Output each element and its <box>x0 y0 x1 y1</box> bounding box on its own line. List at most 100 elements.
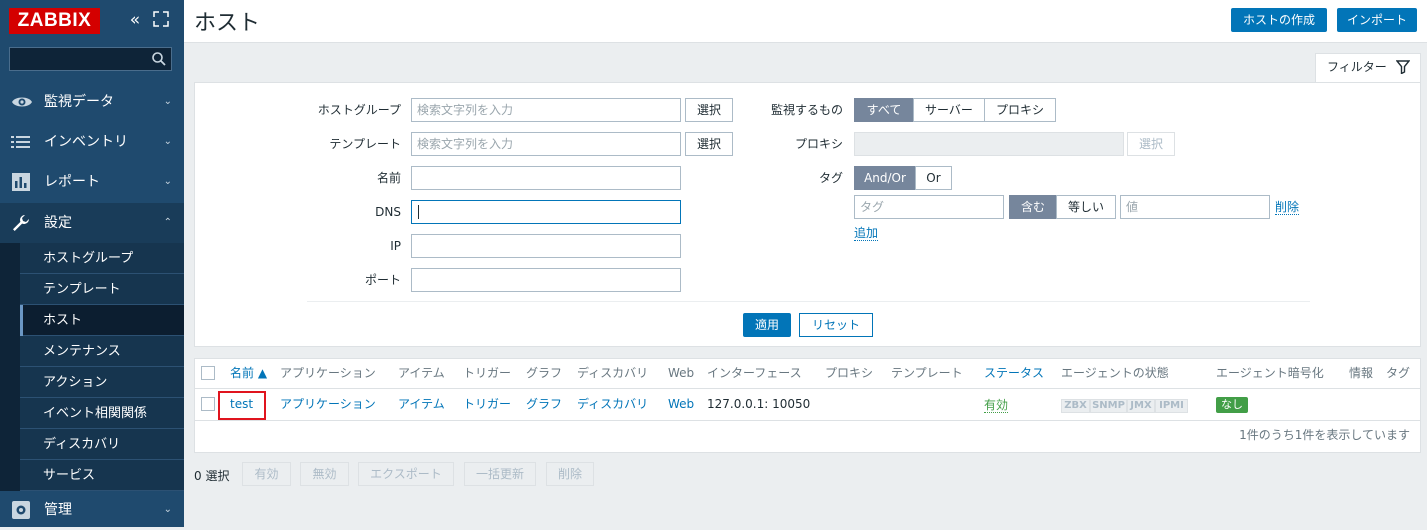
chevron-up-icon: ⌃ <box>163 217 172 228</box>
nav-inventory[interactable]: インベントリ ⌄ <box>0 122 184 162</box>
monitored-by-proxy[interactable]: プロキシ <box>984 98 1056 122</box>
submenu-hosts[interactable]: ホスト <box>20 305 184 336</box>
proxy-input <box>854 132 1124 156</box>
tag-operator-contains[interactable]: 含む <box>1009 195 1057 219</box>
agent-badge-snmp: SNMP <box>1090 399 1127 413</box>
submenu-discovery[interactable]: ディスカバリ <box>20 429 184 460</box>
host-items-link[interactable]: アイテム <box>398 389 445 420</box>
proxy-label: プロキシ <box>794 137 843 151</box>
column-header-templates: テンプレート <box>891 366 963 380</box>
name-input[interactable] <box>411 166 681 190</box>
nav-reports[interactable]: レポート ⌄ <box>0 162 184 202</box>
nav-configuration-label: 設定 <box>44 215 72 231</box>
template-select-button[interactable]: 選択 <box>685 132 733 156</box>
nav-configuration[interactable]: 設定 ⌃ <box>0 203 184 243</box>
host-group-select-button[interactable]: 選択 <box>685 98 733 122</box>
column-header-proxy: プロキシ <box>825 366 874 380</box>
nav-administration-label: 管理 <box>44 502 72 518</box>
delete-button: 削除 <box>546 462 594 486</box>
column-header-applications: アプリケーション <box>280 366 376 380</box>
host-group-label: ホストグループ <box>317 103 401 117</box>
bar-chart-icon <box>11 173 31 191</box>
tag-logic-and-or[interactable]: And/Or <box>854 166 916 190</box>
host-graphs-link[interactable]: グラフ <box>526 389 562 420</box>
main-content: ホスト ホストの作成 インポート フィルター ホストグループ 検索文字列を入力 … <box>184 0 1427 527</box>
tag-value-input[interactable]: 値 <box>1120 195 1270 219</box>
sidebar-search-input[interactable] <box>9 47 172 71</box>
import-button[interactable]: インポート <box>1337 8 1417 32</box>
port-input[interactable] <box>411 268 681 292</box>
tag-remove-link[interactable]: 削除 <box>1275 200 1300 215</box>
filter-tab-label: フィルター <box>1327 60 1387 74</box>
column-header-discovery: ディスカバリ <box>577 366 649 380</box>
host-status-toggle[interactable]: 有効 <box>984 398 1009 413</box>
configuration-submenu: ホストグループ テンプレート ホスト メンテナンス アクション イベント相関関係… <box>20 243 184 491</box>
nav-administration[interactable]: 管理 ⌄ <box>0 490 184 530</box>
host-applications-link[interactable]: アプリケーション <box>280 389 376 420</box>
highlight-box <box>218 391 266 420</box>
nav-monitoring[interactable]: 監視データ ⌄ <box>0 82 184 122</box>
wrench-icon <box>11 214 31 232</box>
kiosk-mode-icon[interactable] <box>153 11 169 27</box>
filter-tab[interactable]: フィルター <box>1315 53 1421 83</box>
mass-action-bar: 0 選択 有効 無効 エクスポート 一括更新 削除 <box>194 462 614 488</box>
submenu-rail <box>0 243 20 491</box>
column-header-agent-status: エージェントの状態 <box>1061 366 1169 380</box>
port-label: ポート <box>364 273 401 287</box>
ip-label: IP <box>390 239 401 253</box>
dns-input[interactable] <box>411 200 681 224</box>
submenu-services[interactable]: サービス <box>20 460 184 491</box>
row-checkbox[interactable] <box>201 397 215 411</box>
apply-button[interactable]: 適用 <box>743 313 791 337</box>
submenu-host-groups[interactable]: ホストグループ <box>20 243 184 274</box>
filter-divider <box>307 301 1310 302</box>
sidebar: ZABBIX « 監視データ ⌄ インベントリ ⌄ レポート ⌄ 設定 ⌃ ホス… <box>0 0 184 527</box>
submenu-maintenance[interactable]: メンテナンス <box>20 336 184 367</box>
host-web-link[interactable]: Web <box>668 389 694 420</box>
host-triggers-link[interactable]: トリガー <box>463 389 511 420</box>
ip-input[interactable] <box>411 234 681 258</box>
tag-name-input[interactable]: タグ <box>854 195 1004 219</box>
page-title: ホスト <box>194 11 261 36</box>
submenu-event-correlation[interactable]: イベント相関関係 <box>20 398 184 429</box>
column-header-info: 情報 <box>1349 366 1374 380</box>
template-input[interactable]: 検索文字列を入力 <box>411 132 681 156</box>
create-host-button[interactable]: ホストの作成 <box>1231 8 1327 32</box>
submenu-templates[interactable]: テンプレート <box>20 274 184 305</box>
row-divider <box>195 420 1420 421</box>
chevron-down-icon: ⌄ <box>163 504 172 515</box>
monitored-by-server[interactable]: サーバー <box>913 98 985 122</box>
zabbix-logo[interactable]: ZABBIX <box>9 8 100 34</box>
nav-monitoring-label: 監視データ <box>44 94 114 110</box>
name-label: 名前 <box>376 171 401 185</box>
submenu-actions[interactable]: アクション <box>20 367 184 398</box>
reset-button[interactable]: リセット <box>799 313 873 337</box>
select-all-checkbox[interactable] <box>201 366 215 380</box>
search-icon[interactable] <box>151 51 167 67</box>
host-interface: 127.0.0.1: 10050 <box>707 397 811 411</box>
tag-operator-equals[interactable]: 等しい <box>1056 195 1116 219</box>
template-label: テンプレート <box>329 137 401 151</box>
monitored-by-label: 監視するもの <box>770 103 843 117</box>
monitored-by-all[interactable]: すべて <box>854 98 914 122</box>
sidebar-top: ZABBIX « <box>0 0 184 42</box>
text-cursor <box>418 205 419 219</box>
chevron-down-icon: ⌄ <box>163 176 172 187</box>
agent-badge-zbx: ZBX <box>1061 399 1090 413</box>
collapse-sidebar-icon[interactable]: « <box>125 10 145 30</box>
column-header-web: Web <box>668 366 695 380</box>
column-header-status[interactable]: ステータス <box>984 359 1044 388</box>
export-button: エクスポート <box>358 462 454 486</box>
host-discovery-link[interactable]: ディスカバリ <box>577 389 648 420</box>
agent-badge-jmx: JMX <box>1127 399 1155 413</box>
column-header-name[interactable]: 名前 ▲ <box>230 359 267 388</box>
dns-label: DNS <box>375 205 401 219</box>
proxy-select-button: 選択 <box>1127 132 1175 156</box>
tag-add-link[interactable]: 追加 <box>854 226 879 241</box>
chevron-down-icon: ⌄ <box>163 136 172 147</box>
column-header-triggers: トリガー <box>463 366 512 380</box>
tag-logic-or[interactable]: Or <box>915 166 952 190</box>
column-header-tags: タグ <box>1386 366 1411 380</box>
host-group-input[interactable]: 検索文字列を入力 <box>411 98 681 122</box>
nav-inventory-label: インベントリ <box>44 134 128 150</box>
